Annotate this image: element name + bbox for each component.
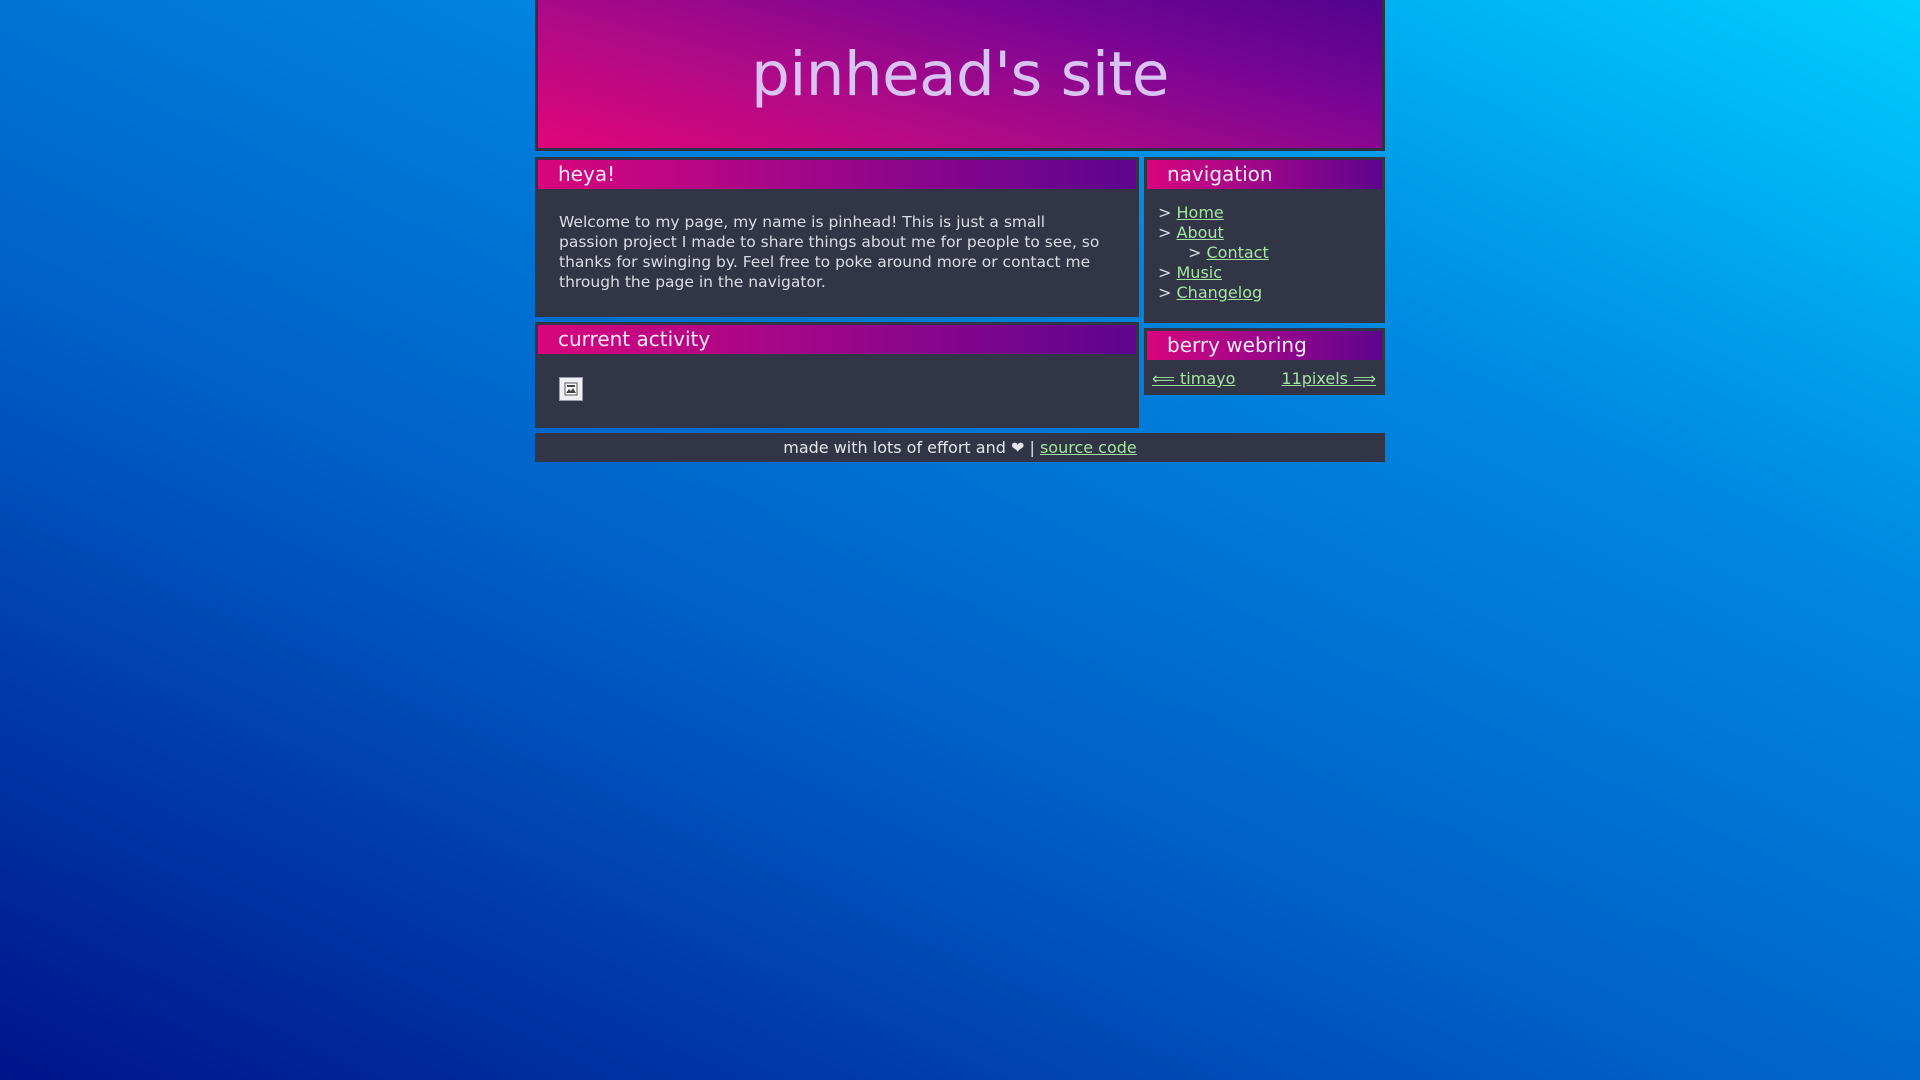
nav-arrow: > (1188, 243, 1202, 262)
footer-separator: | (1029, 438, 1035, 457)
welcome-panel: heya! Welcome to my page, my name is pin… (535, 157, 1139, 317)
site-header: pinhead's site (535, 0, 1385, 151)
main-column: heya! Welcome to my page, my name is pin… (535, 157, 1139, 428)
navigation-panel: navigation > Home > About > Contact > Mu… (1144, 157, 1385, 323)
nav-item-contact: > Contact (1158, 243, 1382, 263)
webring-prev-link[interactable]: ⟸ timayo (1152, 369, 1235, 388)
footer-text: made with lots of effort and (783, 438, 1006, 457)
webring-title: berry webring (1147, 331, 1382, 360)
nav-item-about: > About (1158, 223, 1382, 243)
welcome-text: Welcome to my page, my name is pinhead! … (559, 213, 1100, 291)
navigation-list: > Home > About > Contact > Music > Chang… (1147, 189, 1382, 303)
nav-arrow: > (1158, 263, 1172, 282)
nav-link-contact[interactable]: Contact (1207, 243, 1269, 262)
webring-links: ⟸ timayo 11pixels ⟹ (1147, 360, 1382, 388)
webring-next-link[interactable]: 11pixels ⟹ (1281, 369, 1376, 388)
nav-link-music[interactable]: Music (1177, 263, 1223, 282)
nav-arrow: > (1158, 223, 1172, 242)
page-wrapper: pinhead's site heya! Welcome to my page,… (535, 0, 1385, 462)
nav-item-home: > Home (1158, 203, 1382, 223)
nav-item-changelog: > Changelog (1158, 283, 1382, 303)
nav-link-home[interactable]: Home (1177, 203, 1224, 222)
broken-image-icon (559, 377, 583, 401)
site-footer: made with lots of effort and ❤ | source … (535, 433, 1385, 462)
nav-arrow: > (1158, 283, 1172, 302)
nav-link-changelog[interactable]: Changelog (1177, 283, 1263, 302)
content-columns: heya! Welcome to my page, my name is pin… (535, 157, 1385, 428)
welcome-panel-title: heya! (538, 160, 1136, 189)
current-activity-panel: current activity (535, 322, 1139, 428)
heart-icon: ❤ (1010, 438, 1025, 457)
side-column: navigation > Home > About > Contact > Mu… (1144, 157, 1385, 428)
navigation-title: navigation (1147, 160, 1382, 189)
source-code-link[interactable]: source code (1040, 438, 1137, 457)
site-title: pinhead's site (751, 38, 1169, 110)
nav-link-about[interactable]: About (1177, 223, 1224, 242)
nav-item-music: > Music (1158, 263, 1382, 283)
webring-panel: berry webring ⟸ timayo 11pixels ⟹ (1144, 328, 1385, 395)
current-activity-title: current activity (538, 325, 1136, 354)
nav-arrow: > (1158, 203, 1172, 222)
